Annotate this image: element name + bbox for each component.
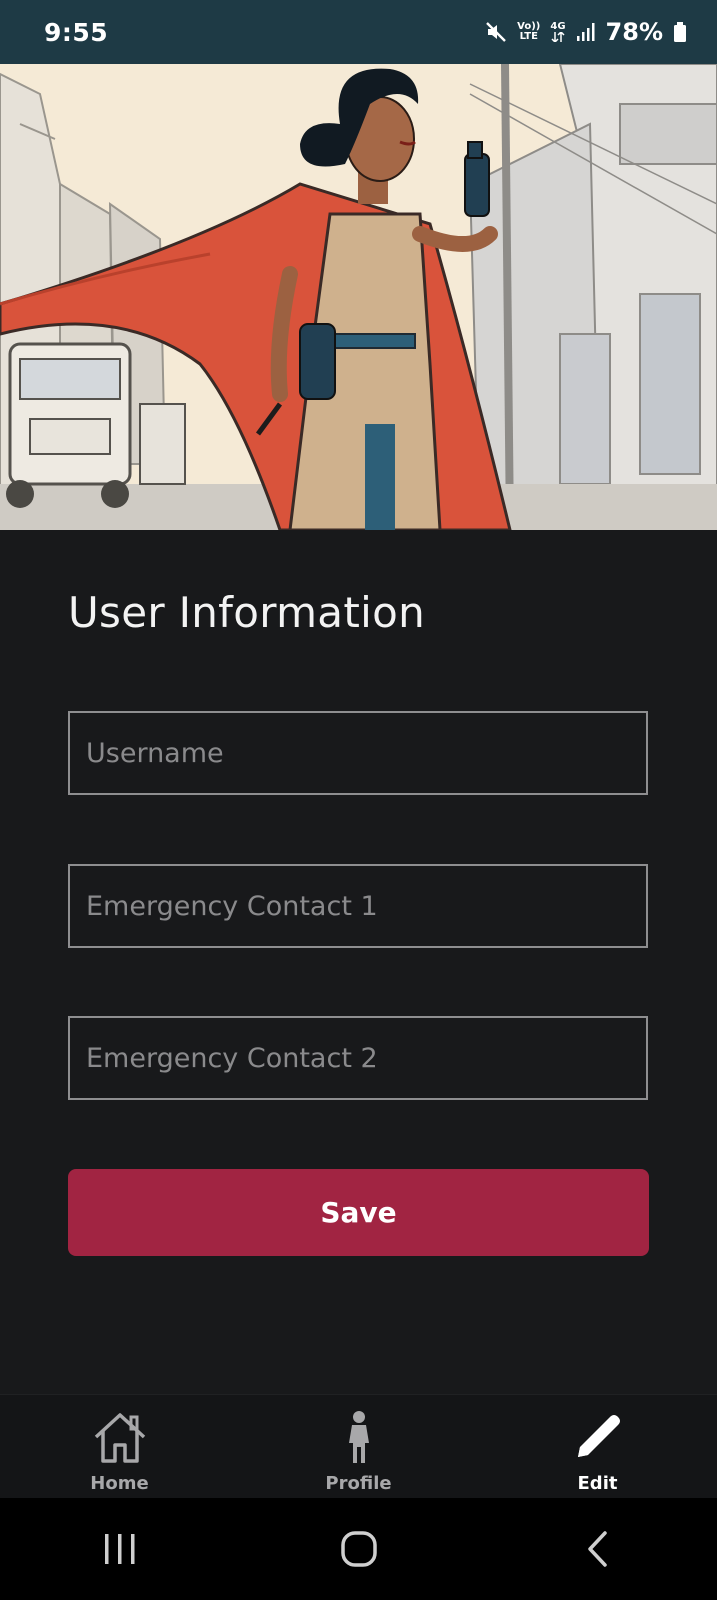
battery-percent: 78% (605, 18, 663, 46)
person-icon (339, 1409, 379, 1469)
bottom-nav: Home Profile Edit (0, 1394, 717, 1499)
data-arrows-icon (551, 32, 565, 42)
battery-icon (673, 21, 687, 43)
nav-label-edit: Edit (577, 1473, 618, 1494)
username-field[interactable] (68, 711, 648, 795)
system-nav-bar (0, 1498, 717, 1600)
page-title: User Information (68, 588, 426, 637)
hero-illustration (0, 64, 717, 530)
volte-icon: Vo)) LTE (517, 22, 540, 42)
4g-icon: 4G (550, 21, 566, 42)
home-icon (91, 1409, 149, 1469)
network-gen-text: 4G (550, 21, 566, 32)
save-button[interactable]: Save (68, 1169, 649, 1256)
volte-bottom-text: LTE (519, 31, 538, 42)
home-circle-icon[interactable] (314, 1519, 404, 1579)
nav-item-home[interactable]: Home (0, 1395, 239, 1499)
nav-item-profile[interactable]: Profile (239, 1395, 478, 1499)
nav-item-edit[interactable]: Edit (478, 1395, 717, 1499)
emergency-contact-1-field[interactable] (68, 864, 648, 948)
mute-icon (485, 21, 507, 43)
nav-label-profile: Profile (325, 1473, 392, 1494)
signal-icon (576, 22, 596, 42)
nav-label-home: Home (90, 1473, 149, 1494)
status-time: 9:55 (44, 17, 109, 47)
back-icon[interactable] (553, 1519, 643, 1579)
pencil-icon (570, 1409, 626, 1469)
recent-apps-icon[interactable] (75, 1519, 165, 1579)
status-icons: Vo)) LTE 4G 78% (485, 18, 687, 46)
status-bar: 9:55 Vo)) LTE 4G 78% (0, 0, 717, 64)
emergency-contact-2-field[interactable] (68, 1016, 648, 1100)
